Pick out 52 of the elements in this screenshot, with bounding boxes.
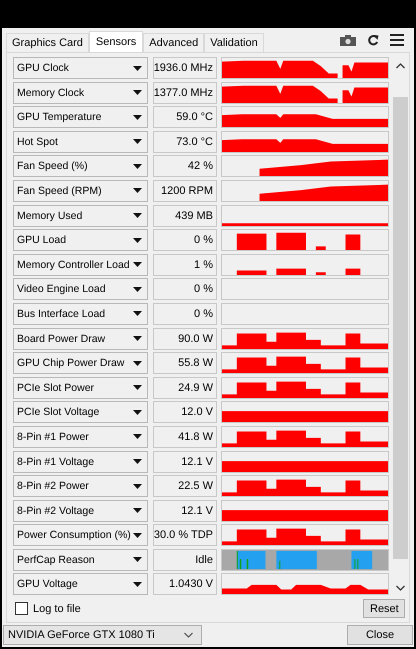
sensor-dropdown[interactable]: GPU Clock: [13, 57, 148, 79]
log-to-file-checkbox[interactable]: Log to file: [15, 602, 81, 615]
sensor-value: 0 %: [153, 278, 217, 300]
sensor-dropdown[interactable]: Video Engine Load: [13, 278, 148, 300]
sensor-dropdown[interactable]: Board Power Draw: [13, 328, 148, 350]
sensor-value: Idle: [153, 548, 217, 571]
sensor-dropdown[interactable]: 8-Pin #2 Power: [13, 475, 148, 498]
tab[interactable]: Advanced: [143, 33, 204, 52]
tab[interactable]: Validation: [204, 33, 264, 52]
sensor-value: 41.8 W: [153, 426, 217, 448]
sensor-value: 55.8 W: [153, 352, 217, 374]
tab[interactable]: Graphics Card: [6, 33, 89, 52]
sensor-value: 0 %: [153, 302, 217, 325]
gpu-select[interactable]: NVIDIA GeForce GTX 1080 Ti: [3, 625, 202, 645]
sensor-value: 12.1 V: [153, 500, 217, 522]
sensor-dropdown[interactable]: 8-Pin #2 Voltage: [13, 500, 148, 522]
sensor-value: 30.0 % TDP: [153, 524, 217, 546]
sensor-dropdown[interactable]: Memory Controller Load: [13, 254, 148, 276]
sensor-value: 90.0 W: [153, 328, 217, 350]
sensor-dropdown[interactable]: GPU Voltage: [13, 573, 148, 596]
sensor-dropdown[interactable]: PCIe Slot Power: [13, 376, 148, 399]
sensor-dropdown[interactable]: PerfCap Reason: [13, 548, 148, 571]
sensor-dropdown[interactable]: Memory Clock: [13, 82, 148, 104]
sensor-dropdown[interactable]: 8-Pin #1 Power: [13, 426, 148, 448]
sensor-value: 12.1 V: [153, 450, 217, 472]
sensor-value: 1200 RPM: [153, 180, 217, 202]
sensor-dropdown[interactable]: Hot Spot: [13, 130, 148, 153]
sensor-value: 439 MB: [153, 204, 217, 227]
sensor-dropdown[interactable]: Power Consumption (%): [13, 524, 148, 546]
sensor-value: 1 %: [153, 254, 217, 276]
sensor-value: 1.0430 V: [153, 573, 217, 596]
sensor-value: 42 %: [153, 155, 217, 178]
sensor-value: 0 %: [153, 229, 217, 252]
sensor-value: 1377.0 MHz: [153, 82, 217, 104]
sensor-dropdown[interactable]: GPU Load: [13, 229, 148, 252]
sensor-dropdown[interactable]: 8-Pin #1 Voltage: [13, 450, 148, 472]
sensor-value: 12.0 V: [153, 401, 217, 424]
sensor-dropdown[interactable]: GPU Chip Power Draw: [13, 352, 148, 374]
sensor-value: 73.0 °C: [153, 130, 217, 153]
sensor-value: 1936.0 MHz: [153, 57, 217, 79]
close-button[interactable]: Close: [347, 625, 413, 645]
sensor-dropdown[interactable]: Memory Used: [13, 204, 148, 227]
sensor-dropdown[interactable]: Bus Interface Load: [13, 302, 148, 325]
sensor-value: 22.5 W: [153, 475, 217, 498]
sensor-dropdown[interactable]: Fan Speed (%): [13, 155, 148, 178]
sensor-value: 24.9 W: [153, 376, 217, 399]
sensor-dropdown[interactable]: Fan Speed (RPM): [13, 180, 148, 202]
tab[interactable]: Sensors: [88, 31, 144, 52]
reset-button[interactable]: Reset: [363, 599, 405, 618]
sensor-value: 59.0 °C: [153, 106, 217, 128]
sensor-dropdown[interactable]: PCIe Slot Voltage: [13, 401, 148, 424]
sensor-dropdown[interactable]: GPU Temperature: [13, 106, 148, 128]
